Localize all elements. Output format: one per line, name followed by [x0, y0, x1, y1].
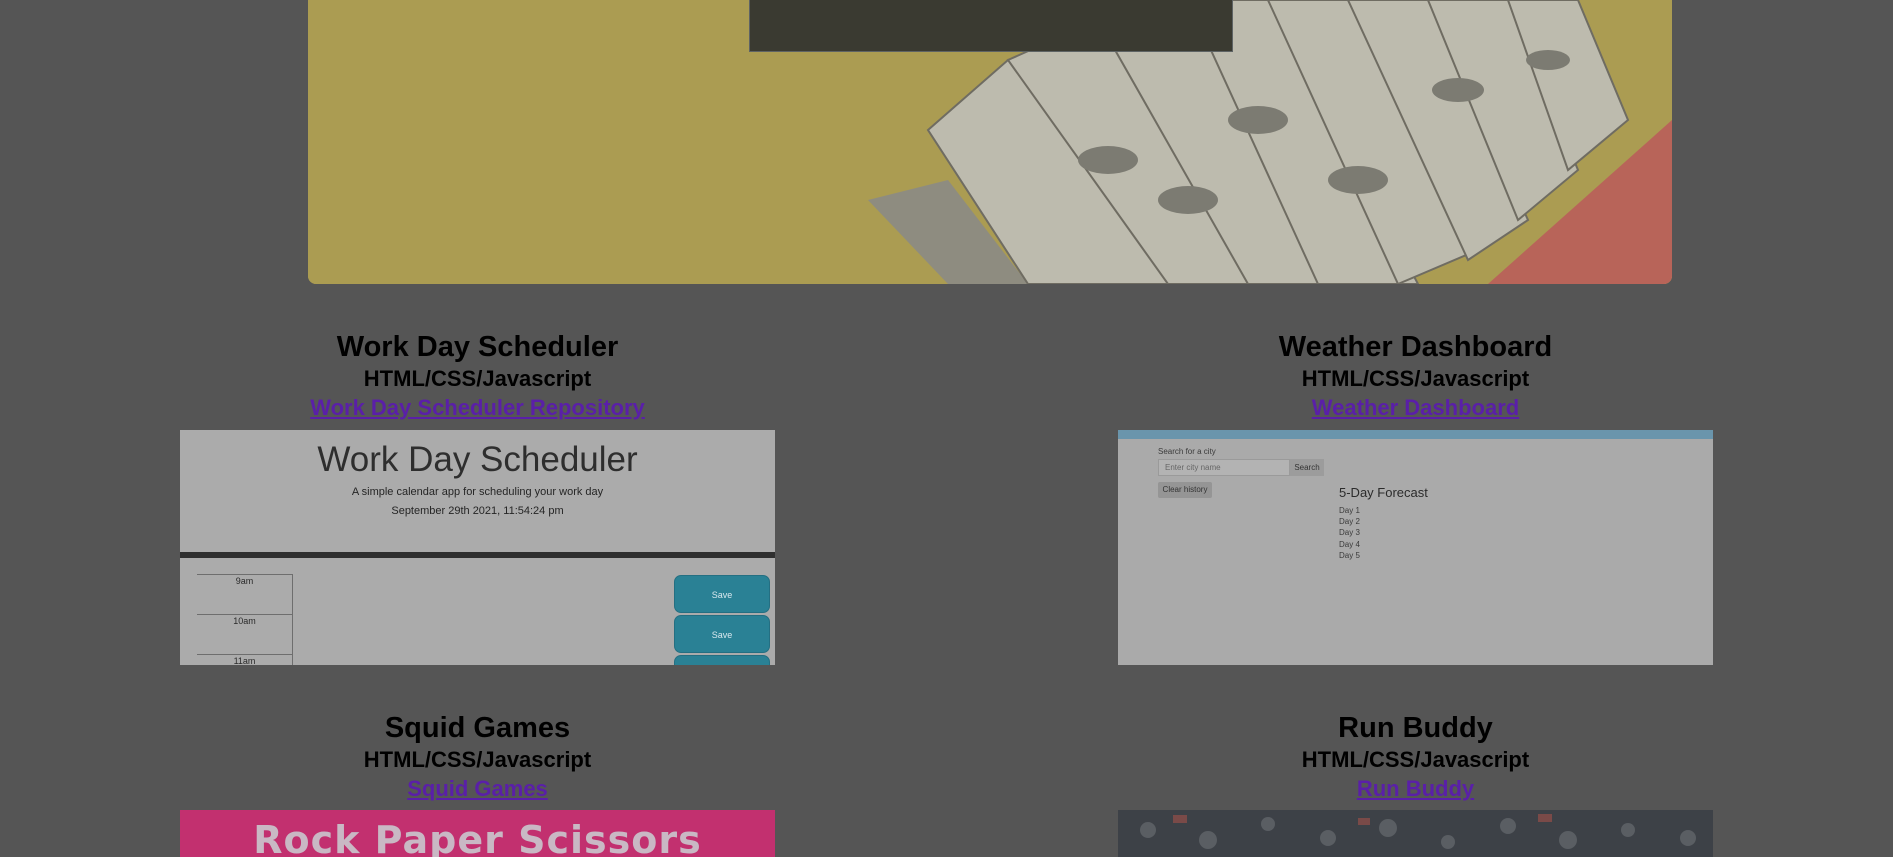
clear-history-button: Clear history	[1158, 482, 1212, 498]
project-run-buddy: Run Buddy HTML/CSS/Javascript Run Buddy	[1118, 711, 1713, 803]
project-screenshot-scheduler: Work Day Scheduler A simple calendar app…	[180, 430, 775, 665]
city-input: Enter city name	[1158, 459, 1290, 476]
city-search-label: Search for a city	[1158, 447, 1216, 456]
weather-top-bar	[1118, 430, 1713, 439]
save-button: Save	[674, 615, 770, 653]
project-stack: HTML/CSS/Javascript	[1301, 366, 1530, 391]
project-stack: HTML/CSS/Javascript	[1301, 747, 1530, 772]
crowd-photo	[1118, 810, 1713, 857]
hero-banner-image	[308, 0, 1672, 284]
project-weather-dashboard: Weather Dashboard HTML/CSS/Javascript We…	[1118, 330, 1713, 422]
project-repo-link[interactable]: Work Day Scheduler Repository	[180, 394, 775, 422]
save-button	[674, 655, 770, 665]
project-stack: HTML/CSS/Javascript	[363, 366, 592, 391]
project-work-day-scheduler: Work Day Scheduler HTML/CSS/Javascript W…	[180, 330, 775, 422]
hero-overlay-box	[749, 0, 1233, 52]
scheduler-divider	[180, 552, 775, 558]
scheduler-heading: Work Day Scheduler	[317, 440, 638, 479]
scheduler-subtitle: A simple calendar app for scheduling you…	[351, 486, 604, 498]
project-screenshot-weather: Search for a city Enter city name Search…	[1118, 430, 1713, 665]
project-squid-games: Squid Games HTML/CSS/Javascript Squid Ga…	[180, 711, 775, 803]
save-button: Save	[674, 575, 770, 613]
forecast-title: 5-Day Forecast	[1339, 485, 1428, 500]
hour-label: 9am	[197, 574, 293, 614]
project-title: Squid Games	[384, 712, 571, 744]
forecast-day: Day 5	[1339, 551, 1360, 560]
project-screenshot-squid: Rock Paper Scissors	[180, 810, 775, 857]
project-screenshot-runbuddy	[1118, 810, 1713, 857]
scheduler-header: Work Day Scheduler A simple calendar app…	[180, 430, 775, 552]
hour-label: 11am	[197, 654, 293, 665]
project-title: Work Day Scheduler	[336, 331, 619, 363]
project-title: Weather Dashboard	[1278, 331, 1553, 363]
rps-banner-title: Rock Paper Scissors	[253, 818, 702, 857]
project-repo-link[interactable]: Run Buddy	[1118, 775, 1713, 803]
scheduler-date: September 29th 2021, 11:54:24 pm	[391, 505, 564, 517]
project-repo-link[interactable]: Weather Dashboard	[1118, 394, 1713, 422]
hour-label: 10am	[197, 614, 293, 654]
forecast-day: Day 2	[1339, 517, 1360, 526]
search-button: Search	[1290, 459, 1324, 476]
project-stack: HTML/CSS/Javascript	[363, 747, 592, 772]
forecast-day: Day 4	[1339, 540, 1360, 549]
forecast-day: Day 1	[1339, 506, 1360, 515]
project-title: Run Buddy	[1338, 712, 1493, 744]
project-repo-link[interactable]: Squid Games	[180, 775, 775, 803]
forecast-day: Day 3	[1339, 528, 1360, 537]
